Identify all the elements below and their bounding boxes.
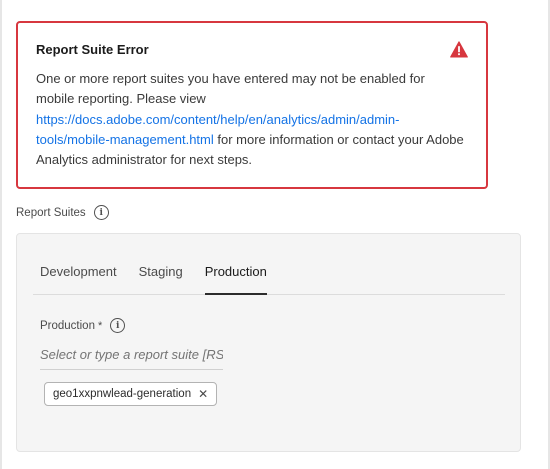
environment-tabs: Development Staging Production — [33, 256, 505, 295]
report-suites-label: Report Suites — [16, 206, 86, 219]
alert-body: One or more report suites you have enter… — [36, 69, 466, 170]
tab-development[interactable]: Development — [40, 256, 117, 294]
report-suite-error-alert: Report Suite Error One or more report su… — [16, 21, 488, 189]
page: Report Suite Error One or more report su… — [0, 0, 550, 469]
left-edge — [0, 0, 2, 469]
alert-triangle-icon — [450, 41, 468, 58]
required-marker: * — [97, 319, 103, 332]
report-suites-label-row: Report Suites i — [16, 205, 109, 220]
report-suite-combobox[interactable] — [40, 344, 223, 370]
production-field-label: Production — [40, 319, 95, 332]
production-field-label-row: Production * i — [40, 318, 126, 333]
alert-title: Report Suite Error — [36, 42, 149, 57]
tab-staging[interactable]: Staging — [139, 256, 183, 294]
report-suite-input[interactable] — [40, 344, 223, 365]
tag-label: geo1xxpnwlead-generation — [53, 388, 192, 400]
report-suite-tag: geo1xxpnwlead-generation ✕ — [44, 382, 218, 406]
info-icon[interactable]: i — [110, 318, 126, 333]
tab-production[interactable]: Production — [204, 256, 268, 295]
alert-text-before: One or more report suites you have enter… — [36, 71, 425, 107]
report-suites-panel: Development Staging Production Productio… — [16, 233, 521, 452]
info-icon[interactable]: i — [93, 205, 109, 220]
close-icon[interactable]: ✕ — [198, 388, 208, 400]
